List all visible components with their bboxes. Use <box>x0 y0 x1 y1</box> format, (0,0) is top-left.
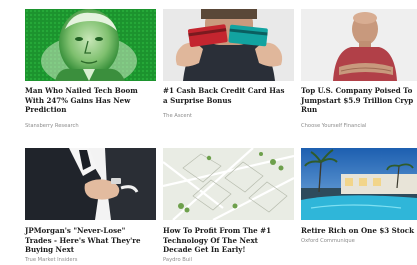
bald-man-arms-crossed-image[interactable] <box>301 9 417 81</box>
headline-line[interactable]: Man Who Nailed Tech Boom <box>25 86 138 96</box>
card-headline[interactable]: Retire Rich on One $3 Stock <box>301 226 414 236</box>
money-bill-face-image[interactable] <box>25 9 156 81</box>
card-source: Stansberry Research <box>25 123 79 129</box>
card-headline[interactable]: How To Profit From The #1 Technology Of … <box>163 226 271 255</box>
headline-line[interactable]: Retire Rich on One $3 Stock <box>301 226 414 236</box>
card-source: The Ascent <box>163 113 192 119</box>
headline-line[interactable]: Run <box>301 105 413 115</box>
headline-line[interactable]: Prediction <box>25 105 138 115</box>
businessman-handshake-image[interactable] <box>25 148 156 220</box>
headline-line[interactable]: Top U.S. Company Poised To <box>301 86 413 96</box>
headline-line[interactable]: #1 Cash Back Credit Card Has <box>163 86 285 96</box>
headline-line[interactable]: Jumpstart $5.9 Trillion Cryp <box>301 96 413 106</box>
headline-line[interactable]: Technology Of The Next <box>163 236 271 246</box>
card-headline[interactable]: JPMorgan's "Never-Lose" Trades - Here's … <box>25 226 141 255</box>
card-headline[interactable]: Top U.S. Company Poised To Jumpstart $5.… <box>301 86 413 115</box>
card-source: Choose Yourself Financial <box>301 123 367 129</box>
headline-line[interactable]: With 247% Gains Has New <box>25 96 138 106</box>
card-source: True Market Insiders <box>25 257 78 263</box>
card-source: Paydro Buil <box>163 257 193 263</box>
headline-line[interactable]: Decade Get In Early! <box>163 245 271 255</box>
headline-line[interactable]: Buying Next <box>25 245 141 255</box>
aerial-land-plots-image[interactable] <box>163 148 294 220</box>
card-headline[interactable]: Man Who Nailed Tech Boom With 247% Gains… <box>25 86 138 115</box>
headline-line[interactable]: a Surprise Bonus <box>163 96 285 106</box>
luxury-pool-house-image[interactable] <box>301 148 417 220</box>
card-source: Oxford Communique <box>301 238 355 244</box>
headline-line[interactable]: Trades - Here's What They're <box>25 236 141 246</box>
card-headline[interactable]: #1 Cash Back Credit Card Has a Surprise … <box>163 86 285 105</box>
hands-holding-credit-cards-image[interactable] <box>163 9 294 81</box>
headline-line[interactable]: How To Profit From The #1 <box>163 226 271 236</box>
headline-line[interactable]: JPMorgan's "Never-Lose" <box>25 226 141 236</box>
